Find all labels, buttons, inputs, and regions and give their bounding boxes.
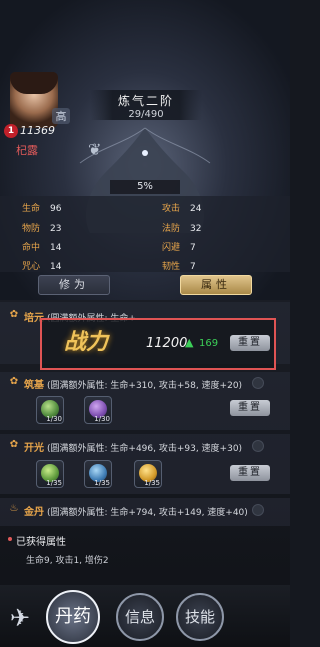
reset-button[interactable]: 重置 xyxy=(230,465,270,481)
nav-letters[interactable]: 信息 xyxy=(116,593,164,641)
section-kaiguang-title: 开光 (圆满额外属性: 生命+496, 攻击+93, 速度+30) xyxy=(24,443,243,454)
pill-slot[interactable]: 1/30 xyxy=(36,396,64,424)
realm-header: 炼气二阶 29/490 xyxy=(90,90,202,120)
realm-name: 炼气二阶 xyxy=(117,94,174,108)
stat-dodge: 闪避 7 xyxy=(162,243,196,253)
tab-attribute[interactable]: 属性 xyxy=(180,275,252,295)
stat-crit: 咒心 14 xyxy=(22,262,62,272)
nav-skills[interactable]: 技能 xyxy=(176,593,224,641)
item-count: 1/30 xyxy=(46,415,62,423)
obtained-title: 已获得属性 xyxy=(16,537,66,548)
item-count: 1/35 xyxy=(94,479,110,487)
item-count: 1/30 xyxy=(94,415,110,423)
leaf-icon: ✿ xyxy=(9,376,19,387)
avatar-power: 11369 xyxy=(20,124,55,137)
avatar-hair xyxy=(10,72,58,94)
avatar-name: 杞露 xyxy=(16,144,38,157)
reset-button[interactable]: 重置 xyxy=(230,335,270,351)
combat-power-emblem: 战力 xyxy=(64,330,109,355)
section-zhuji-title: 筑基 (圆满额外属性: 生命+310, 攻击+58, 速度+20) xyxy=(24,380,243,391)
power-badge: 1 xyxy=(4,124,18,138)
pill-slot[interactable]: 1/30 xyxy=(84,396,112,424)
pill-slot[interactable]: 1/35 xyxy=(84,460,112,488)
pill-slot[interactable]: 1/35 xyxy=(134,460,162,488)
section-zhuji-toggle[interactable] xyxy=(252,377,264,389)
obtained-text: 生命9, 攻击1, 增伤2 xyxy=(26,556,109,566)
section-jindan-title: 金丹 (圆满额外属性: 生命+794, 攻击+149, 速度+40) xyxy=(24,507,248,518)
crane-icon: ✈ xyxy=(9,604,31,632)
moon-icon[interactable]: 高 xyxy=(52,108,70,124)
stat-phys-def: 物防 23 xyxy=(22,224,62,234)
leaf-icon: ✿ xyxy=(9,309,19,320)
arrow-up-icon: ▲ xyxy=(185,336,194,349)
bullet-icon xyxy=(8,537,12,541)
item-count: 1/35 xyxy=(144,479,160,487)
stat-mag-def: 法防 32 xyxy=(162,224,202,234)
combat-power-delta: 169 xyxy=(199,338,219,349)
item-count: 1/35 xyxy=(46,479,62,487)
stat-hit: 命中 14 xyxy=(22,243,62,253)
stat-hp: 生命 96 xyxy=(22,204,62,214)
stat-attack: 攻击 24 xyxy=(162,204,202,214)
pill-slot[interactable]: 1/35 xyxy=(36,460,64,488)
leaf-icon: ✿ xyxy=(9,439,19,450)
nav-alchemy[interactable]: 丹药 xyxy=(46,590,100,644)
realm-progress: 29/490 xyxy=(128,109,164,120)
section-jindan-toggle[interactable] xyxy=(252,504,264,516)
section-kaiguang-toggle[interactable] xyxy=(252,440,264,452)
stats-panel: 生命 96 攻击 24 物防 23 法防 32 命中 14 闪避 7 咒心 14 韧性 7 xyxy=(0,196,290,272)
combat-power-popup: 战力 11200 ▲ 169 重置 xyxy=(40,318,276,370)
fire-icon: ♨ xyxy=(9,503,19,514)
reset-button[interactable]: 重置 xyxy=(230,400,270,416)
combat-power-value: 11200 xyxy=(146,336,188,351)
spirit-percent: 5% xyxy=(110,180,180,194)
stat-tenacity: 韧性 7 xyxy=(162,262,196,272)
tab-cultivate[interactable]: 修为 xyxy=(38,275,110,295)
